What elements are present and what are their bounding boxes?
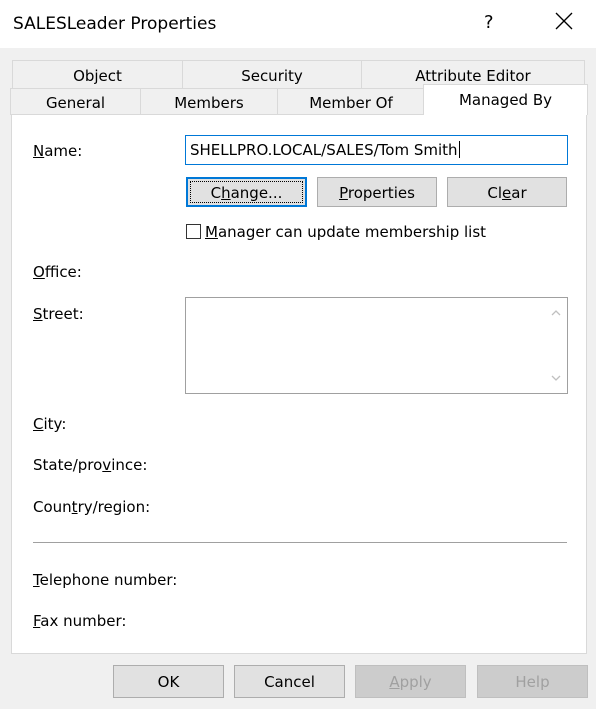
tab-member-of[interactable]: Member Of [277,88,424,115]
separator [33,542,567,543]
name-label: Name: [33,142,83,160]
clear-button[interactable]: Clear [447,177,567,207]
scroll-down-icon[interactable] [549,372,563,384]
fax-label: Fax number: [33,612,127,630]
ok-button[interactable]: OK [113,665,224,698]
window-title: SALESLeader Properties [13,14,217,34]
manager-update-label[interactable]: Manager can update membership list [205,223,486,241]
apply-button[interactable]: Apply [355,665,466,698]
scroll-up-icon[interactable] [549,307,563,319]
tab-managed-by[interactable]: Managed By [423,84,588,115]
name-field[interactable]: SHELLPRO.LOCAL/SALES/Tom Smith [185,135,568,165]
street-textarea[interactable] [185,297,568,394]
country-label: Country/region: [33,498,151,516]
state-label: State/province: [33,456,148,474]
title-bar: SALESLeader Properties ? [0,0,596,48]
office-label: Office: [33,263,82,281]
help-button[interactable]: Help [477,665,588,698]
manager-update-checkbox[interactable] [186,224,201,239]
cancel-button[interactable]: Cancel [234,665,345,698]
tab-object[interactable]: Object [12,60,182,88]
properties-button[interactable]: Properties [317,177,437,207]
street-label: Street: [33,305,84,323]
tab-members[interactable]: Members [140,88,277,115]
tab-general[interactable]: General [10,88,140,115]
city-label: City: [33,415,67,433]
close-icon[interactable] [553,10,575,32]
text-caret [458,141,460,158]
help-icon[interactable]: ? [484,12,494,33]
telephone-label: Telephone number: [33,571,178,589]
tab-security[interactable]: Security [182,60,361,88]
change-button[interactable]: Change... [186,177,307,207]
